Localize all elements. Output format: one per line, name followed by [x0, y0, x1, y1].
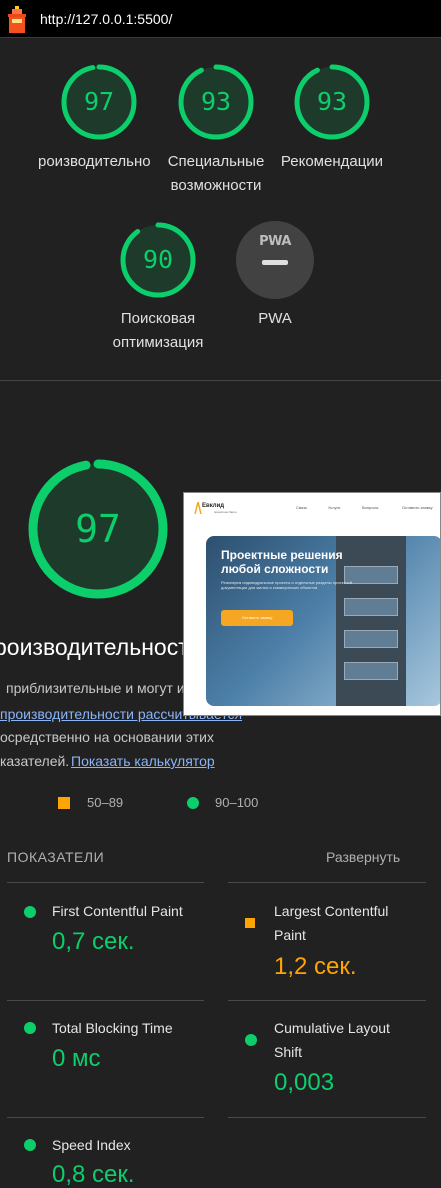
- hero-title-line2: любой сложности: [221, 562, 329, 576]
- url-text[interactable]: http://127.0.0.1:5500/: [40, 11, 172, 27]
- preview-hero-title: Проектные решения любой сложности: [221, 548, 343, 576]
- preview-nav: Евклид проектное бюро Связь Услуги Вопро…: [184, 493, 440, 525]
- accessibility-label-line2: возможности: [170, 177, 262, 194]
- metric-divider: [228, 1000, 426, 1001]
- lighthouse-icon: [8, 6, 26, 33]
- metric-name-line2: Shift: [274, 1044, 303, 1060]
- metric-divider: [7, 882, 204, 883]
- preview-nav-link: Услуги: [328, 505, 341, 510]
- average-square-icon: [245, 918, 255, 928]
- metric-name-line1: Largest Contentful: [274, 903, 389, 919]
- pwa-gauge[interactable]: PWA: [236, 221, 314, 299]
- performance-big-gauge: 97: [27, 458, 169, 600]
- accessibility-label-line1: Специальные: [167, 153, 265, 170]
- accessibility-gauge[interactable]: 93: [177, 63, 255, 141]
- metric-name: Speed Index: [52, 1137, 131, 1153]
- best-practices-label: Рекомендации: [280, 153, 384, 170]
- preview-nav-link: Связь: [296, 505, 308, 510]
- metric-divider: [7, 1117, 204, 1118]
- metric-value: 0,003: [274, 1069, 335, 1096]
- best-practices-score: 93: [316, 87, 348, 116]
- page-screenshot[interactable]: Евклид проектное бюро Связь Услуги Вопро…: [183, 492, 441, 716]
- preview-nav-link: Оставить заявку: [402, 505, 433, 510]
- metric-divider: [7, 1000, 204, 1001]
- accessibility-score: 93: [200, 87, 232, 116]
- metric-name-line1: Cumulative Layout: [274, 1020, 390, 1036]
- preview-hero-sub: Реализуем индивидуальные проекты и отдел…: [221, 580, 352, 590]
- balcony-image: [344, 630, 398, 648]
- section-divider: [0, 380, 441, 381]
- pwa-label: PWA: [258, 310, 292, 327]
- pwa-badge-icon: PWA: [259, 234, 291, 249]
- metrics-heading: ПОКАЗАТЕЛИ: [7, 849, 105, 865]
- metric-value: 0,7 сек.: [52, 928, 135, 955]
- dash-icon: [262, 260, 288, 265]
- best-practices-gauge[interactable]: 93: [293, 63, 371, 141]
- performance-score: 97: [83, 87, 115, 116]
- desc-line-1: приблизительные и могут и: [6, 680, 185, 696]
- balcony-image: [344, 598, 398, 616]
- legend-good: 90–100: [215, 795, 259, 810]
- preview-hero: Проектные решения любой сложности Реализ…: [206, 536, 440, 706]
- metric-name: First Contentful Paint: [52, 903, 183, 919]
- legend-average: 50–89: [87, 795, 124, 810]
- preview-nav-link: Вопросы: [362, 505, 379, 510]
- good-circle-icon: [24, 1139, 36, 1151]
- good-circle-icon: [24, 1022, 36, 1034]
- performance-big-score: 97: [75, 507, 121, 551]
- good-circle-icon: [187, 797, 199, 809]
- desc-line-4: казателей.: [0, 753, 70, 769]
- preview-brand-sub: проектное бюро: [214, 510, 237, 514]
- performance-gauge[interactable]: 97: [60, 63, 138, 141]
- metric-name: Total Blocking Time: [52, 1020, 173, 1036]
- performance-label: роизводительно: [38, 153, 151, 170]
- metric-value: 0,8 сек.: [52, 1161, 135, 1188]
- seo-label-line1: Поисковая: [120, 310, 196, 327]
- good-circle-icon: [245, 1034, 257, 1046]
- balcony-image: [344, 662, 398, 680]
- show-calculator-link[interactable]: Показать калькулятор: [71, 749, 215, 773]
- preview-cta-button: Оставить заявку: [221, 610, 293, 626]
- metric-divider: [228, 882, 426, 883]
- address-bar: http://127.0.0.1:5500/: [0, 0, 441, 38]
- preview-brand: Евклид: [202, 503, 225, 509]
- good-circle-icon: [24, 906, 36, 918]
- seo-gauge[interactable]: 90: [119, 221, 197, 299]
- metric-value: 1,2 сек.: [274, 953, 357, 980]
- compass-logo-icon: [194, 502, 202, 514]
- desc-line-3: осредственно на основании этих: [0, 729, 214, 745]
- average-square-icon: [58, 797, 70, 809]
- expand-button[interactable]: Развернуть: [326, 849, 400, 865]
- building-image: [336, 536, 406, 706]
- metric-divider: [228, 1117, 426, 1118]
- metric-name-line2: Paint: [274, 927, 306, 943]
- hero-title-line1: Проектные решения: [221, 548, 343, 562]
- seo-label-line2: оптимизация: [112, 334, 204, 351]
- metric-value: 0 мс: [52, 1045, 101, 1072]
- seo-score: 90: [142, 245, 174, 274]
- performance-title: роизводительность: [0, 634, 201, 660]
